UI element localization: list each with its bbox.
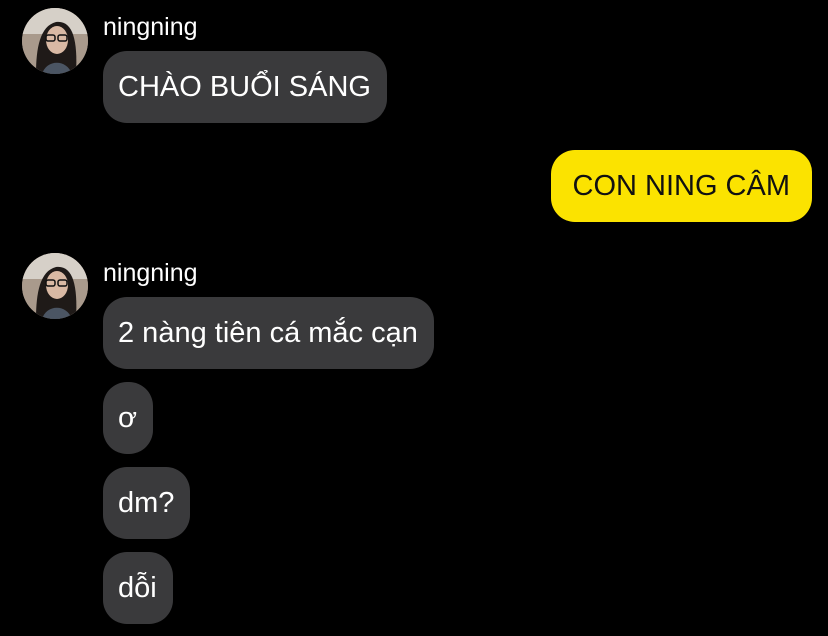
contact-avatar[interactable]	[22, 8, 88, 74]
message-timestamp	[440, 108, 490, 122]
outgoing-message-bubble[interactable]: CON NING CÂM	[550, 150, 812, 222]
incoming-message-bubble[interactable]: dm?	[103, 467, 191, 539]
incoming-message-bubble[interactable]: ơ	[103, 382, 154, 454]
sender-name: ningning	[103, 259, 198, 287]
incoming-message-bubble[interactable]: dỗi	[103, 552, 173, 624]
incoming-message-bubble[interactable]: CHÀO BUỔI SÁNG	[103, 51, 387, 123]
incoming-message-bubble[interactable]: 2 nàng tiên cá mắc cạn	[103, 297, 434, 369]
contact-avatar[interactable]	[22, 253, 88, 319]
sender-name: ningning	[103, 13, 198, 41]
message-timestamp	[440, 205, 490, 219]
avatar-photo-icon	[22, 253, 88, 319]
avatar-photo-icon	[22, 8, 88, 74]
